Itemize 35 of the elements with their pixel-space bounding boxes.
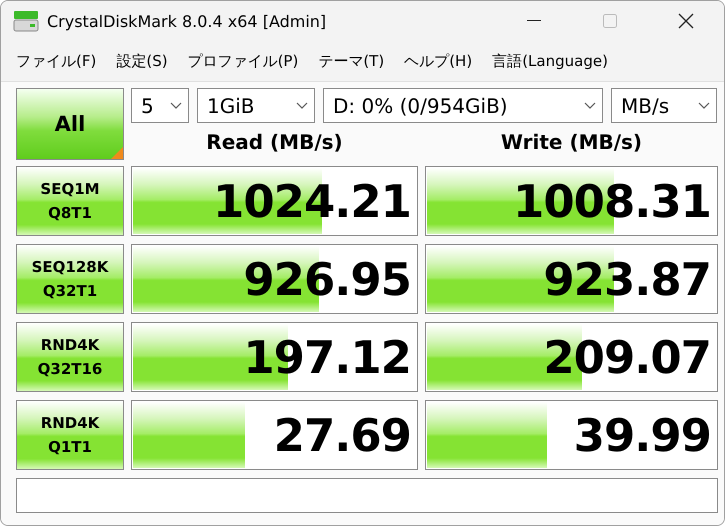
result-value: 209.07 — [543, 330, 711, 386]
result-value: 1024.21 — [213, 174, 411, 230]
dropdown[interactable]: D: 0% (0/954GiB) — [323, 88, 603, 123]
test-button[interactable]: SEQ1M Q8T1 — [16, 166, 124, 236]
column-header: Read (MB/s) — [205, 129, 344, 156]
result-value: 923.87 — [543, 252, 711, 308]
corner-triangle-icon — [111, 147, 123, 159]
minimize-icon — [527, 20, 541, 22]
result-value: 39.99 — [574, 408, 711, 464]
menu-item[interactable]: テーマ(T) — [309, 52, 394, 70]
test-button[interactable]: SEQ128K Q32T1 — [16, 244, 124, 314]
menu-item[interactable]: ヘルプ(H) — [395, 52, 482, 70]
dropdown[interactable]: 5 — [131, 88, 189, 123]
run-all-button[interactable]: All — [16, 88, 124, 160]
result-value: 926.95 — [243, 252, 411, 308]
drive-icon — [13, 9, 39, 33]
menu-item[interactable]: ファイル(F) — [7, 52, 106, 70]
chevron-icon — [296, 102, 308, 110]
dropdown[interactable]: MB/s — [611, 88, 717, 123]
test-button[interactable]: RND4K Q32T16 — [16, 322, 124, 392]
maximize-icon — [603, 14, 617, 28]
window-title: CrystalDiskMark 8.0.4 x64 [Admin] — [47, 12, 328, 30]
close-icon — [678, 13, 694, 29]
menu-item[interactable]: 言語(Language) — [483, 52, 617, 70]
chevron-icon — [170, 102, 182, 110]
column-header: Write (MB/s) — [500, 129, 644, 156]
result-value: 1008.31 — [513, 174, 711, 230]
result-value: 27.69 — [274, 408, 411, 464]
menu-item[interactable]: プロファイル(P) — [178, 52, 308, 70]
chevron-icon — [584, 102, 596, 110]
dropdown[interactable]: 1GiB — [197, 88, 315, 123]
test-button[interactable]: RND4K Q1T1 — [16, 400, 124, 470]
chevron-icon — [698, 102, 710, 110]
result-value: 197.12 — [243, 330, 411, 386]
menu-item[interactable]: 設定(S) — [107, 52, 177, 70]
